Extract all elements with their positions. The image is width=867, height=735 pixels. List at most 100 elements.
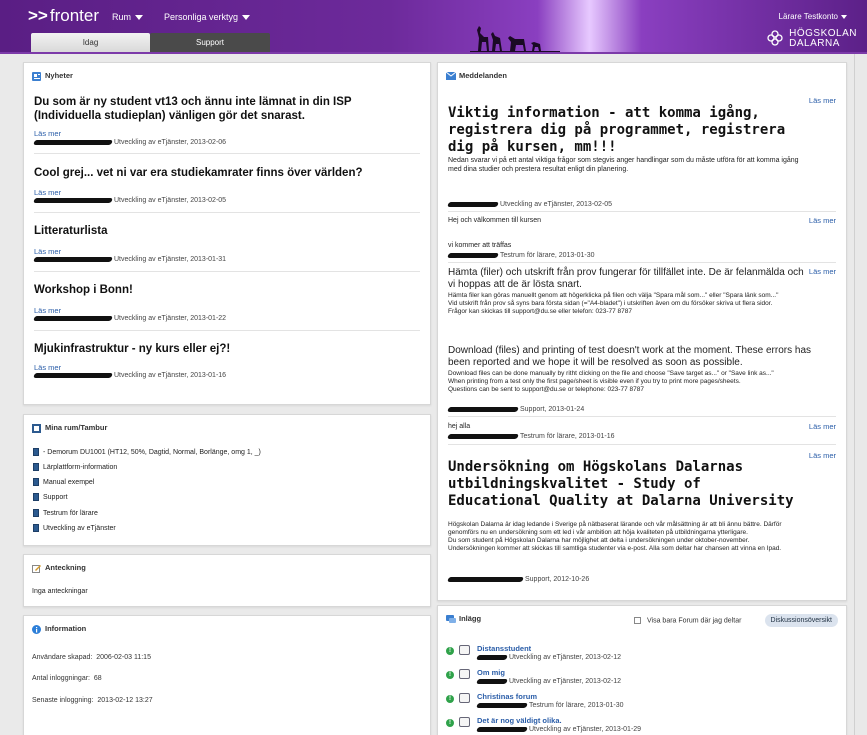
message-meta-text: Utveckling av eTjänster, 2013-02-05 <box>500 201 613 208</box>
message-meta-text: Testrum för lärare, 2013-01-30 <box>500 252 595 259</box>
news-title[interactable]: Workshop i Bonn! <box>34 283 414 297</box>
chevron-down-icon <box>841 14 847 19</box>
redacted-author <box>33 372 113 378</box>
redacted-author <box>476 726 528 732</box>
message-read-more[interactable]: Läs mer <box>809 96 836 105</box>
notes-panel: Anteckning Inga anteckningar <box>23 554 431 607</box>
message-body: Nedan svarar vi på ett antal viktiga frå… <box>448 157 799 173</box>
info-logins-value: 68 <box>93 675 102 682</box>
post-title[interactable]: Det är nog väldigt olika. <box>477 716 562 725</box>
speech-bubble-icon <box>459 669 470 679</box>
news-read-more[interactable]: Läs mer <box>34 247 61 256</box>
message-title[interactable]: Hämta (filer) och utskrift från prov fun… <box>448 267 808 291</box>
notes-empty-text: Inga anteckningar <box>32 588 88 595</box>
room-icon <box>33 493 39 501</box>
redacted-author <box>33 315 113 321</box>
message-title[interactable]: Undersökning om Högskolans Dalarnas utbi… <box>448 459 798 510</box>
message-read-more[interactable]: Läs mer <box>809 422 836 431</box>
divider <box>34 330 420 331</box>
news-read-more[interactable]: Läs mer <box>34 129 61 138</box>
post-meta: Testrum för lärare, 2013-01-30 <box>476 702 624 709</box>
post-title[interactable]: Distansstudent <box>477 644 531 653</box>
divider <box>448 416 836 417</box>
post-meta-text: Utveckling av eTjänster, 2013-02-12 <box>509 678 622 685</box>
logo-text: fronter <box>49 6 99 25</box>
news-title[interactable]: Du som är ny student vt13 och ännu inte … <box>34 95 414 123</box>
news-read-more[interactable]: Läs mer <box>34 363 61 372</box>
news-read-more[interactable]: Läs mer <box>34 188 61 197</box>
room-link[interactable]: Manual exempel <box>33 478 94 486</box>
room-icon <box>33 509 39 517</box>
divider <box>448 444 836 445</box>
message-body: Högskolan Dalarna är idag ledande i Sver… <box>448 521 782 552</box>
post-meta: Utveckling av eTjänster, 2013-02-12 <box>476 678 622 685</box>
message-read-more[interactable]: Läs mer <box>809 216 836 225</box>
fronter-logo[interactable]: >> fronter <box>28 6 99 26</box>
room-label: Testrum för lärare <box>43 509 98 517</box>
page-scrollbar[interactable] <box>854 54 867 735</box>
rooms-heading-label: Mina rum/Tambur <box>45 423 108 432</box>
message-meta-text: Support, 2013-01-24 <box>520 406 585 413</box>
message-meta: Utveckling av eTjänster, 2013-02-05 <box>447 201 613 208</box>
news-title[interactable]: Cool grej... vet ni var era studiekamrat… <box>34 166 414 180</box>
top-bar: >> fronter Rum Personliga verktyg Lärare … <box>0 0 867 53</box>
room-link[interactable]: Support <box>33 493 68 501</box>
redacted-author <box>447 252 499 258</box>
divider <box>448 211 836 212</box>
info-heading-label: Information <box>45 624 87 633</box>
new-post-icon: ! <box>446 671 454 679</box>
message-meta: Support, 2012-10-26 <box>447 576 590 583</box>
posts-heading: Inlägg <box>446 614 481 624</box>
message-read-more[interactable]: Läs mer <box>809 267 836 276</box>
only-forum-checkbox[interactable]: Visa bara Forum där jag deltar <box>634 617 741 624</box>
tab-idag[interactable]: Idag <box>31 33 150 53</box>
room-link[interactable]: Lärplattform-information <box>33 463 117 471</box>
news-title[interactable]: Mjukinfrastruktur - ny kurs eller ej?! <box>34 342 414 356</box>
message-body: hej alla <box>448 423 471 430</box>
redacted-author <box>33 256 113 262</box>
redacted-author <box>447 433 519 439</box>
university-brand: HÖGSKOLAN DALARNA <box>767 29 857 49</box>
info-created-row: Användare skapad: 2006-02-03 11:15 <box>32 654 151 661</box>
user-menu[interactable]: Lärare Testkonto <box>779 12 847 21</box>
menu-rum[interactable]: Rum <box>112 12 144 22</box>
message-meta-text: Support, 2012-10-26 <box>525 576 590 583</box>
message-body: vi kommer att träffas <box>448 242 512 249</box>
discussion-overview-button[interactable]: Diskussionsöversikt <box>764 614 838 627</box>
divider <box>448 262 836 263</box>
info-logins-row: Antal inloggningar: 68 <box>32 675 102 682</box>
news-read-more[interactable]: Läs mer <box>34 306 61 315</box>
room-icon <box>33 524 39 532</box>
room-label: Manual exempel <box>43 478 95 486</box>
news-title[interactable]: Litteraturlista <box>34 224 414 238</box>
message-title[interactable]: Download (files) and printing of test do… <box>448 345 813 369</box>
news-meta-text: Utveckling av eTjänster, 2013-02-05 <box>114 197 227 204</box>
post-meta-text: Testrum för lärare, 2013-01-30 <box>529 702 624 709</box>
info-panel: Information Användare skapad: 2006-02-03… <box>23 615 431 735</box>
new-post-icon: ! <box>446 695 454 703</box>
room-link[interactable]: Testrum för lärare <box>33 509 98 517</box>
message-body: Hej och välkommen till kursen <box>448 217 541 224</box>
menu-personal-tools[interactable]: Personliga verktyg <box>164 12 251 22</box>
message-title[interactable]: Viktig information - att komma igång, re… <box>448 105 798 156</box>
message-meta-text: Testrum för lärare, 2013-01-16 <box>520 433 615 440</box>
tab-support[interactable]: Support <box>150 33 270 53</box>
message-body: Hämta filer kan göras manuellt genom att… <box>448 292 779 315</box>
message-meta: Testrum för lärare, 2013-01-30 <box>447 252 595 259</box>
news-meta-text: Utveckling av eTjänster, 2013-01-31 <box>114 256 227 263</box>
news-meta-text: Utveckling av eTjänster, 2013-02-06 <box>114 139 227 146</box>
redacted-author <box>33 197 113 203</box>
room-link[interactable]: - Demorum DU1001 (HT12, 50%, Dagtid, Nor… <box>33 448 261 456</box>
savanna-silhouette-icon <box>470 24 560 54</box>
news-meta-text: Utveckling av eTjänster, 2013-01-22 <box>114 315 227 322</box>
post-title[interactable]: Christinas forum <box>477 692 537 701</box>
message-read-more[interactable]: Läs mer <box>809 451 836 460</box>
rooms-icon <box>32 423 41 433</box>
room-link[interactable]: Utveckling av eTjänster <box>33 524 116 532</box>
rooms-panel: Mina rum/Tambur - Demorum DU1001 (HT12, … <box>23 414 431 546</box>
post-meta: Utveckling av eTjänster, 2013-02-12 <box>476 654 621 661</box>
checkbox-icon[interactable] <box>634 617 641 624</box>
post-title[interactable]: Om mig <box>477 668 505 677</box>
news-heading: Nyheter <box>32 71 73 81</box>
room-icon <box>33 448 39 456</box>
